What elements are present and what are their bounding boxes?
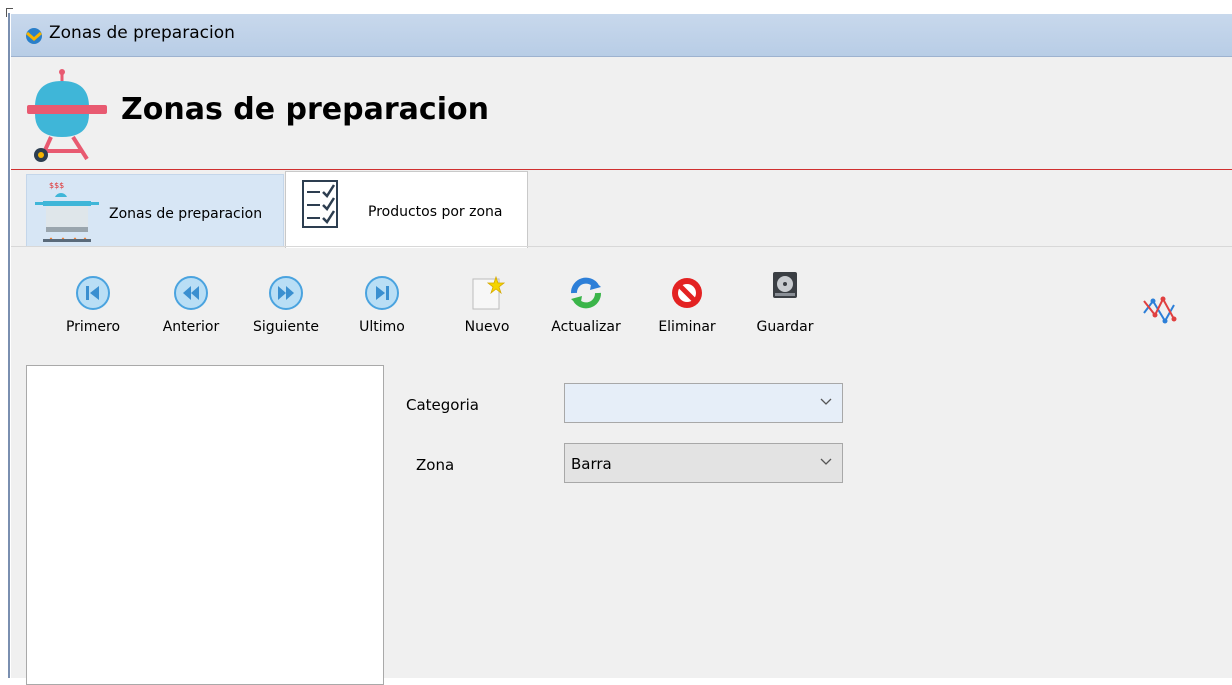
tab-label: Productos por zona <box>368 204 503 220</box>
tool-label: Primero <box>65 319 121 335</box>
next-button[interactable]: Siguiente <box>245 269 327 349</box>
tool-label: Anterior <box>162 319 220 335</box>
tool-label: Ultimo <box>359 319 405 335</box>
categoria-select[interactable] <box>564 383 843 423</box>
tool-label: Siguiente <box>252 319 319 335</box>
tool-label: Eliminar <box>658 319 716 335</box>
previous-record-icon <box>174 276 208 310</box>
main-content: Zonas de preparacion $$$ Zonas de prepar… <box>11 57 1232 685</box>
tab-productos-por-zona[interactable]: Productos por zona <box>285 171 528 248</box>
save-button[interactable]: Guardar <box>744 269 826 349</box>
last-button[interactable]: Ultimo <box>341 269 423 349</box>
zona-label: Zona <box>416 456 455 474</box>
tool-label: Actualizar <box>551 319 621 335</box>
new-button[interactable]: Nuevo <box>446 269 528 349</box>
tool-label: Nuevo <box>464 319 510 335</box>
chevron-down-icon <box>820 458 832 465</box>
window-frame-edge <box>8 13 10 678</box>
window-title: Zonas de preparacion <box>49 23 235 43</box>
page-header: Zonas de preparacion <box>11 57 1232 171</box>
zone-list[interactable] <box>26 365 384 685</box>
refresh-button[interactable]: Actualizar <box>545 269 627 349</box>
header-divider <box>11 169 1232 170</box>
zona-value: Barra <box>571 455 612 473</box>
zona-select[interactable]: Barra <box>564 443 843 483</box>
first-record-icon <box>76 276 110 310</box>
app-icon <box>26 28 42 44</box>
checklist-icon <box>302 180 338 228</box>
previous-button[interactable]: Anterior <box>150 269 232 349</box>
refresh-icon <box>571 277 601 309</box>
first-button[interactable]: Primero <box>52 269 134 349</box>
window-title-bar[interactable]: Zonas de preparacion <box>11 14 1232 57</box>
delete-button[interactable]: Eliminar <box>646 269 728 349</box>
page-title: Zonas de preparacion <box>121 92 489 127</box>
grill-icon <box>27 69 107 162</box>
save-disk-icon <box>773 272 797 298</box>
categoria-label: Categoria <box>406 396 480 414</box>
cooking-pot-icon: $$$ <box>35 181 99 242</box>
chart-line-icon[interactable] <box>1141 291 1177 327</box>
tool-label: Guardar <box>756 319 814 335</box>
delete-icon <box>672 278 702 308</box>
new-document-icon <box>472 275 505 310</box>
svg-text:$$$: $$$ <box>49 181 64 190</box>
tab-zonas-de-preparacion[interactable]: $$$ Zonas de preparacion <box>26 174 284 247</box>
chevron-down-icon <box>820 398 832 405</box>
tab-label: Zonas de preparacion <box>109 206 263 222</box>
last-record-icon <box>365 276 399 310</box>
tab-bar: $$$ Zonas de preparacion Productos por z… <box>11 171 1232 248</box>
toolbar: Primero Anterior Siguiente Ultimo Nuevo … <box>11 247 1232 363</box>
next-record-icon <box>269 276 303 310</box>
